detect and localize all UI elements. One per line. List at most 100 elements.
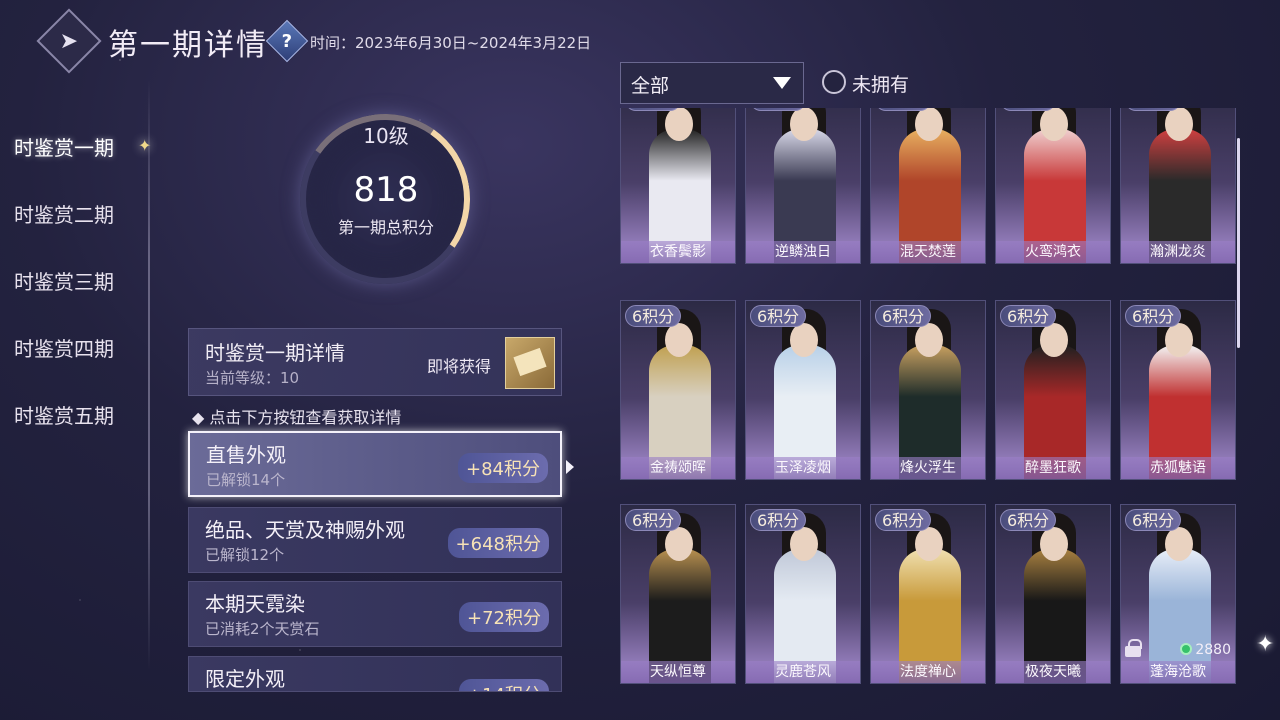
back-button[interactable]: ➤	[36, 8, 102, 74]
score-ring: 10级 818 第一期总积分	[286, 100, 486, 298]
character-face	[915, 527, 943, 561]
hint-text: ◆ 点击下方按钮查看获取详情	[192, 408, 402, 427]
outfit-card[interactable]: 6积分 天纵恒尊	[620, 504, 736, 684]
outfit-name: 天纵恒尊	[621, 661, 735, 683]
character-face	[1165, 527, 1193, 561]
character-face	[1165, 323, 1193, 357]
outfit-card[interactable]: 6积分玉泽凌烟	[745, 300, 861, 480]
outfit-name: 火鸾鸿衣	[996, 241, 1110, 263]
reward-item-icon[interactable]	[505, 337, 555, 389]
level-label: 10级	[363, 124, 409, 148]
category-title: 直售外观	[206, 443, 286, 467]
outfit-name: 玉泽凌烟	[746, 457, 860, 479]
current-level: 当前等级：10	[205, 369, 300, 387]
outfit-name: 混天焚莲	[871, 241, 985, 263]
points-badge: 6积分	[1000, 305, 1057, 327]
lock-icon	[1125, 639, 1142, 657]
points-badge: 6积分	[1125, 305, 1182, 327]
not-owned-radio[interactable]	[822, 70, 846, 94]
points-badge: 6积分	[750, 108, 807, 111]
outfit-card[interactable]: 6积分混天焚莲	[870, 108, 986, 264]
outfit-name: 蓬海沧歌	[1121, 661, 1235, 683]
outfit-card[interactable]: 6积分醉墨狂歌	[995, 300, 1111, 480]
outfit-name: 灵鹿苍风	[746, 661, 860, 683]
outfit-card[interactable]: 6积分赤狐魅语	[1120, 300, 1236, 480]
nav-active-marker-icon: ✦	[138, 136, 152, 155]
points-badge: 6积分	[875, 509, 932, 531]
category-points: +14积分	[459, 679, 549, 691]
category-points: +72积分	[459, 602, 549, 632]
outfit-name: 瀚渊龙炎	[1121, 241, 1235, 263]
category-sub: 已解锁14个	[206, 471, 286, 489]
total-score-label: 第一期总积分	[337, 218, 434, 237]
outfit-card[interactable]: 6积分 极夜天曦	[995, 504, 1111, 684]
character-face	[1165, 108, 1193, 141]
character-face	[665, 323, 693, 357]
not-owned-label: 未拥有	[852, 74, 910, 96]
character-face	[1040, 323, 1068, 357]
character-face	[790, 323, 818, 357]
dropdown-arrow-icon	[773, 77, 791, 89]
outfit-card[interactable]: 6积分烽火浮生	[870, 300, 986, 480]
category-points: +84积分	[458, 453, 548, 483]
outfit-grid: 6积分衣香鬓影6积分逆鳞浊日6积分混天焚莲6积分火鸾鸿衣6积分瀚渊龙炎6积分金祷…	[618, 108, 1240, 692]
outfit-card[interactable]: 6积分火鸾鸿衣	[995, 108, 1111, 264]
points-badge: 6积分	[1000, 108, 1057, 111]
price-tag: 2880	[1180, 642, 1231, 658]
character-face	[790, 527, 818, 561]
category-sub: 已消耗2个天赏石	[205, 620, 320, 638]
outfit-name: 烽火浮生	[871, 457, 985, 479]
help-button[interactable]: ?	[265, 19, 309, 63]
category-title: 绝品、天赏及神赐外观	[205, 518, 405, 542]
outfit-card[interactable]: 6积分 金祷颂晖	[620, 300, 736, 480]
nav-item-2[interactable]: 时鉴赏二期	[14, 199, 114, 228]
season-detail-panel[interactable]: 时鉴赏一期详情 当前等级：10 即将获得	[188, 328, 562, 396]
character-face	[915, 323, 943, 357]
outfit-card[interactable]: 6积分法度禅心	[870, 504, 986, 684]
page-title: 第一期详情	[108, 28, 268, 63]
category-title: 本期天霓染	[205, 592, 305, 616]
coming-reward-label: 即将获得	[427, 357, 492, 376]
jade-coin-icon	[1180, 643, 1193, 655]
outfit-name: 极夜天曦	[996, 661, 1110, 683]
category-limited[interactable]: 限定外观 +14积分	[188, 656, 562, 692]
sparkle-icon: ✦	[1256, 632, 1275, 657]
character-face	[665, 108, 693, 141]
character-face	[665, 527, 693, 561]
character-face	[1040, 527, 1068, 561]
question-icon: ?	[281, 30, 293, 52]
nav-item-4[interactable]: 时鉴赏四期	[14, 333, 114, 362]
nav-item-1[interactable]: 时鉴赏一期	[14, 132, 114, 161]
category-selected-arrow-icon	[566, 460, 574, 474]
outfit-name: 金祷颂晖	[621, 457, 735, 479]
outfit-card[interactable]: 6积分灵鹿苍风	[745, 504, 861, 684]
category-dye[interactable]: 本期天霓染 已消耗2个天赏石 +72积分	[188, 581, 562, 647]
outfit-card[interactable]: 6积分 2880 蓬海沧歌	[1120, 504, 1236, 684]
outfit-name: 逆鳞浊日	[746, 241, 860, 263]
season-detail-title: 时鉴赏一期详情	[205, 341, 345, 365]
category-premium[interactable]: 绝品、天赏及神赐外观 已解锁12个 +648积分	[188, 507, 562, 573]
filter-dropdown[interactable]: 全部	[620, 62, 804, 104]
nav-item-3[interactable]: 时鉴赏三期	[14, 266, 114, 295]
outfit-card[interactable]: 6积分瀚渊龙炎	[1120, 108, 1236, 264]
outfit-name: 醉墨狂歌	[996, 457, 1110, 479]
period-text: 时间：2023年6月30日~2024年3月22日	[310, 34, 592, 52]
total-score: 818	[353, 170, 419, 210]
points-badge: 6积分	[1125, 108, 1182, 111]
outfit-name: 赤狐魅语	[1121, 457, 1235, 479]
outfit-card[interactable]: 6积分逆鳞浊日	[745, 108, 861, 264]
grid-scrollbar[interactable]	[1237, 138, 1240, 348]
points-badge: 6积分	[1125, 509, 1182, 531]
outfit-name: 法度禅心	[871, 661, 985, 683]
nav-divider	[148, 80, 150, 670]
points-badge: 6积分	[750, 509, 807, 531]
points-badge: 6积分	[625, 108, 682, 111]
filter-selected-value: 全部	[631, 75, 670, 97]
outfit-name: 衣香鬓影	[621, 241, 735, 263]
category-direct-sale[interactable]: 直售外观 已解锁14个 +84积分	[188, 431, 562, 497]
character-face	[1040, 108, 1068, 141]
nav-item-5[interactable]: 时鉴赏五期	[14, 400, 114, 429]
outfit-card[interactable]: 6积分衣香鬓影	[620, 108, 736, 264]
points-badge: 6积分	[750, 305, 807, 327]
points-badge: 6积分	[875, 305, 932, 327]
